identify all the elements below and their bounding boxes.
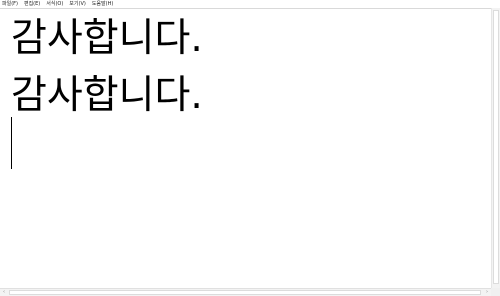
text-line[interactable]: 감사합니다. xyxy=(11,17,203,61)
vertical-scrollbar[interactable] xyxy=(491,8,500,288)
menu-file[interactable]: 파일(F) xyxy=(0,0,21,8)
chevron-right-icon[interactable]: › xyxy=(483,289,491,296)
menu-edit[interactable]: 편집(E) xyxy=(21,0,43,8)
menu-format[interactable]: 서식(O) xyxy=(43,0,66,8)
notepad-window: 파일(F) 편집(E) 서식(O) 보기(V) 도움말(H) 감사합니다. 감사… xyxy=(0,0,500,296)
menu-view[interactable]: 보기(V) xyxy=(66,0,89,8)
menu-help[interactable]: 도움말(H) xyxy=(89,0,116,8)
vertical-scrollbar-thumb[interactable] xyxy=(493,10,499,284)
chevron-left-icon[interactable]: ‹ xyxy=(0,289,8,296)
text-editor-area[interactable]: 감사합니다. 감사합니다. xyxy=(0,8,491,288)
text-caret xyxy=(11,117,12,169)
menu-bar: 파일(F) 편집(E) 서식(O) 보기(V) 도움말(H) xyxy=(0,0,500,8)
text-line[interactable]: 감사합니다. xyxy=(11,74,203,118)
scrollbar-corner xyxy=(491,288,500,296)
horizontal-scrollbar-thumb[interactable] xyxy=(9,290,481,295)
horizontal-scrollbar[interactable]: ‹ › xyxy=(0,288,491,296)
